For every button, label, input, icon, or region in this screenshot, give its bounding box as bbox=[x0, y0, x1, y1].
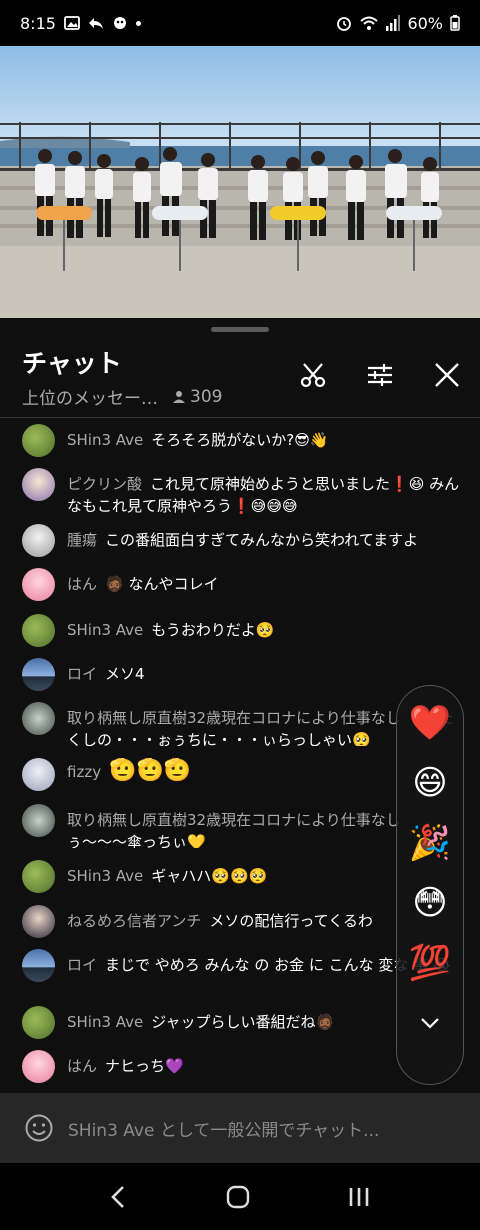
video-player[interactable] bbox=[0, 46, 480, 318]
message-text: メソの配信行ってくるわ bbox=[209, 912, 373, 930]
status-bar: 8:15 60% bbox=[0, 0, 480, 46]
chat-message[interactable]: ピクリン酸 これ見て原神始めようと思いました❗😆 みんなもこれ見て原神やろう❗😅😅… bbox=[22, 468, 462, 517]
system-nav-bar bbox=[0, 1163, 480, 1230]
chat-mode-selector[interactable]: 上位のメッセー… 309 bbox=[22, 384, 222, 410]
avatar bbox=[22, 658, 55, 691]
message-author: SHin3 Ave bbox=[67, 867, 144, 885]
wifi-icon bbox=[360, 16, 379, 30]
message-author: ロイ bbox=[67, 665, 98, 683]
message-text: ぅ〜〜〜傘っちぃ💛 bbox=[67, 833, 206, 848]
message-text: 🫡🫡🫡 bbox=[109, 758, 192, 783]
avatar bbox=[22, 424, 55, 457]
reaction-picker[interactable]: ❤️ 😄 🎉 😳 💯 bbox=[396, 685, 464, 1085]
scissors-icon bbox=[300, 363, 326, 388]
reply-icon bbox=[88, 18, 103, 29]
viewer-count-value: 309 bbox=[190, 386, 223, 407]
avatar bbox=[22, 1006, 55, 1039]
alarm-icon bbox=[337, 17, 352, 31]
message-author: 取り柄無し原直樹32歳現在コロナにより仕事なし bbox=[67, 811, 401, 829]
avatar bbox=[22, 568, 55, 601]
signal-icon bbox=[386, 15, 401, 31]
chat-message[interactable]: はん 🧔🏾 なんやコレイ bbox=[22, 568, 462, 601]
message-text: そろそろ脱がないか?😎👋 bbox=[151, 431, 329, 449]
chat-mode-label: 上位のメッセー… bbox=[22, 389, 158, 409]
chat-message[interactable]: SHin3 Ave もうおわりだよ🥺 bbox=[22, 614, 462, 647]
chat-input-bar[interactable]: SHin3 Ave として一般公開でチャット... bbox=[0, 1093, 480, 1163]
avatar bbox=[22, 758, 55, 791]
home-icon[interactable] bbox=[226, 1185, 250, 1209]
sliders-icon bbox=[368, 364, 392, 386]
message-author: 腫瘍 bbox=[67, 531, 98, 549]
avatar bbox=[22, 524, 55, 557]
stream-video-frame bbox=[0, 46, 480, 318]
person-icon bbox=[173, 390, 185, 403]
viewer-count: 309 bbox=[172, 387, 222, 407]
battery-icon bbox=[450, 15, 460, 31]
drag-handle[interactable] bbox=[211, 327, 269, 332]
avatar bbox=[22, 1050, 55, 1083]
emoji-icon[interactable] bbox=[24, 1113, 54, 1143]
battery-percent: 60% bbox=[407, 13, 443, 33]
app-notification-icon bbox=[113, 17, 126, 29]
chat-message[interactable]: 腫瘍 この番組面白すぎてみんなから笑われてますよ bbox=[22, 524, 462, 557]
clock: 8:15 bbox=[20, 13, 56, 33]
chevron-down-icon bbox=[421, 1018, 439, 1029]
message-text: もうおわりだよ🥺 bbox=[151, 621, 275, 639]
chat-message[interactable]: ロイ メソ4 bbox=[22, 658, 462, 691]
recent-apps-icon[interactable] bbox=[347, 1185, 371, 1209]
close-icon bbox=[435, 363, 459, 387]
message-author: SHin3 Ave bbox=[67, 431, 144, 449]
flushed-reaction-button[interactable]: 😳 bbox=[407, 880, 453, 926]
avatar bbox=[22, 468, 55, 501]
message-text: 🧔🏾 なんやコレイ bbox=[105, 575, 219, 593]
message-text: この番組面白すぎてみんなから笑われてますよ bbox=[105, 531, 419, 549]
gallery-icon bbox=[64, 16, 80, 30]
avatar bbox=[22, 860, 55, 893]
message-author: はん bbox=[67, 1057, 98, 1075]
hundred-reaction-button[interactable]: 💯 bbox=[407, 940, 453, 986]
chat-title: チャット bbox=[22, 349, 122, 378]
message-author: fizzy bbox=[67, 763, 102, 781]
heart-reaction-button[interactable]: ❤️ bbox=[407, 700, 453, 746]
live-chat-panel: チャット 上位のメッセー… 309 SHin3 Ave そろそろ脱がないか?😎👋 … bbox=[0, 318, 480, 1163]
message-text: ギャハハ🥺🥺🥺 bbox=[151, 867, 268, 885]
avatar bbox=[22, 614, 55, 647]
clip-button[interactable] bbox=[296, 358, 330, 392]
avatar bbox=[22, 702, 55, 735]
more-notifications-dot bbox=[135, 20, 141, 26]
grin-reaction-button[interactable]: 😄 bbox=[407, 760, 453, 806]
message-author: 取り柄無し原直樹32歳現在コロナにより仕事なし bbox=[67, 709, 401, 727]
avatar bbox=[22, 949, 55, 982]
chat-settings-button[interactable] bbox=[363, 358, 397, 392]
avatar bbox=[22, 905, 55, 938]
message-author: ねるめろ信者アンチ bbox=[67, 912, 202, 930]
chat-message[interactable]: SHin3 Ave そろそろ脱がないか?😎👋 bbox=[22, 424, 462, 457]
party-reaction-button[interactable]: 🎉 bbox=[407, 820, 453, 866]
chat-input-placeholder[interactable]: SHin3 Ave として一般公開でチャット... bbox=[68, 1116, 379, 1141]
back-icon[interactable] bbox=[109, 1185, 129, 1209]
message-text: ナヒっち💜 bbox=[105, 1057, 184, 1075]
collapse-reactions-button[interactable] bbox=[407, 1000, 453, 1046]
message-author: はん bbox=[67, 575, 98, 593]
close-chat-button[interactable] bbox=[430, 358, 464, 392]
message-text: メソ4 bbox=[105, 665, 145, 683]
message-author: ロイ bbox=[67, 956, 98, 974]
message-author: ピクリン酸 bbox=[67, 475, 143, 493]
avatar bbox=[22, 804, 55, 837]
message-author: SHin3 Ave bbox=[67, 1013, 144, 1031]
message-author: SHin3 Ave bbox=[67, 621, 144, 639]
message-text: ジャップらしい番組だね🧔🏾 bbox=[151, 1013, 335, 1031]
